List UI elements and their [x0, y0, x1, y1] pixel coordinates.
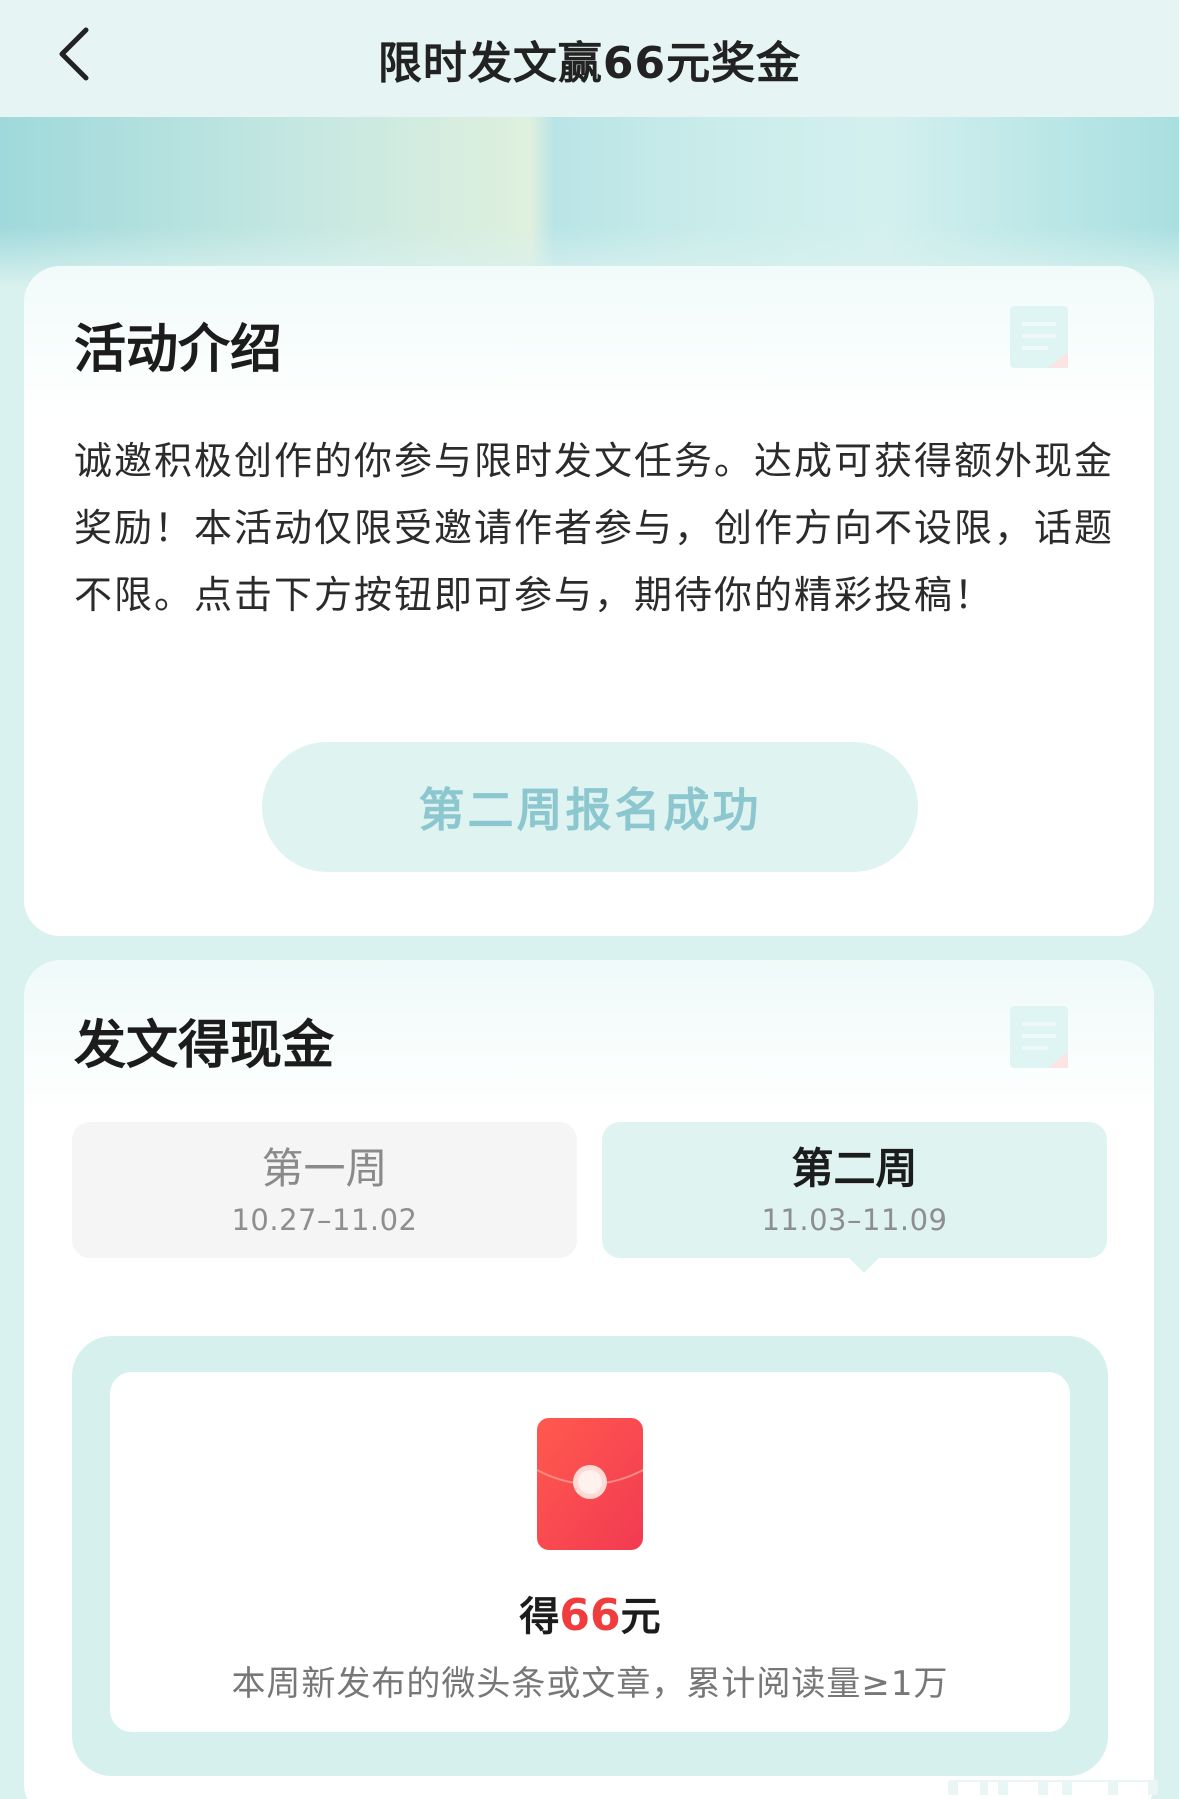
chevron-left-icon: [59, 27, 89, 81]
week-name: 第二周: [791, 1144, 918, 1193]
week-name: 第一周: [261, 1144, 388, 1193]
signup-status-button[interactable]: 第二周报名成功: [262, 742, 918, 872]
page-title: 限时发文赢66元奖金: [377, 37, 802, 89]
document-icon: [1010, 306, 1068, 368]
intro-card: 活动介绍 诚邀积极创作的你参与限时发文任务。达成可获得额外现金奖励！本活动仅限受…: [24, 266, 1154, 936]
week-date: 10.27–11.02: [231, 1203, 418, 1237]
tab-week-2[interactable]: 第二周 11.03–11.09: [602, 1122, 1107, 1258]
intro-description: 诚邀积极创作的你参与限时发文任务。达成可获得额外现金奖励！本活动仅限受邀请作者参…: [74, 439, 1115, 617]
week-date: 11.03–11.09: [761, 1203, 948, 1237]
document-icon: [1010, 1006, 1068, 1068]
reward-number: 66: [559, 1590, 621, 1641]
intro-section-title: 活动介绍: [74, 324, 287, 382]
watermark-logo: [948, 1780, 1158, 1795]
cash-section-title: 发文得现金: [74, 1020, 339, 1078]
cash-card: 发文得现金 第一周 10.27–11.02 第二周 11.03–11.09 得6…: [24, 960, 1154, 1799]
reward-description: 本周新发布的微头条或文章，累计阅读量≥1万: [231, 1664, 949, 1704]
reward-card: 得66元 本周新发布的微头条或文章，累计阅读量≥1万: [110, 1372, 1070, 1732]
tab-pointer: [848, 1257, 880, 1273]
red-envelope-icon: [537, 1418, 643, 1550]
nav-bar: 限时发文赢66元奖金: [0, 0, 1179, 117]
reward-panel: 得66元 本周新发布的微头条或文章，累计阅读量≥1万: [72, 1336, 1108, 1776]
back-button[interactable]: [48, 22, 98, 86]
reward-suffix: 元: [620, 1594, 661, 1640]
banner-image: [0, 117, 1179, 287]
reward-prefix: 得: [519, 1594, 560, 1640]
tab-week-1[interactable]: 第一周 10.27–11.02: [72, 1122, 577, 1258]
reward-amount: 得66元: [110, 1584, 1070, 1642]
